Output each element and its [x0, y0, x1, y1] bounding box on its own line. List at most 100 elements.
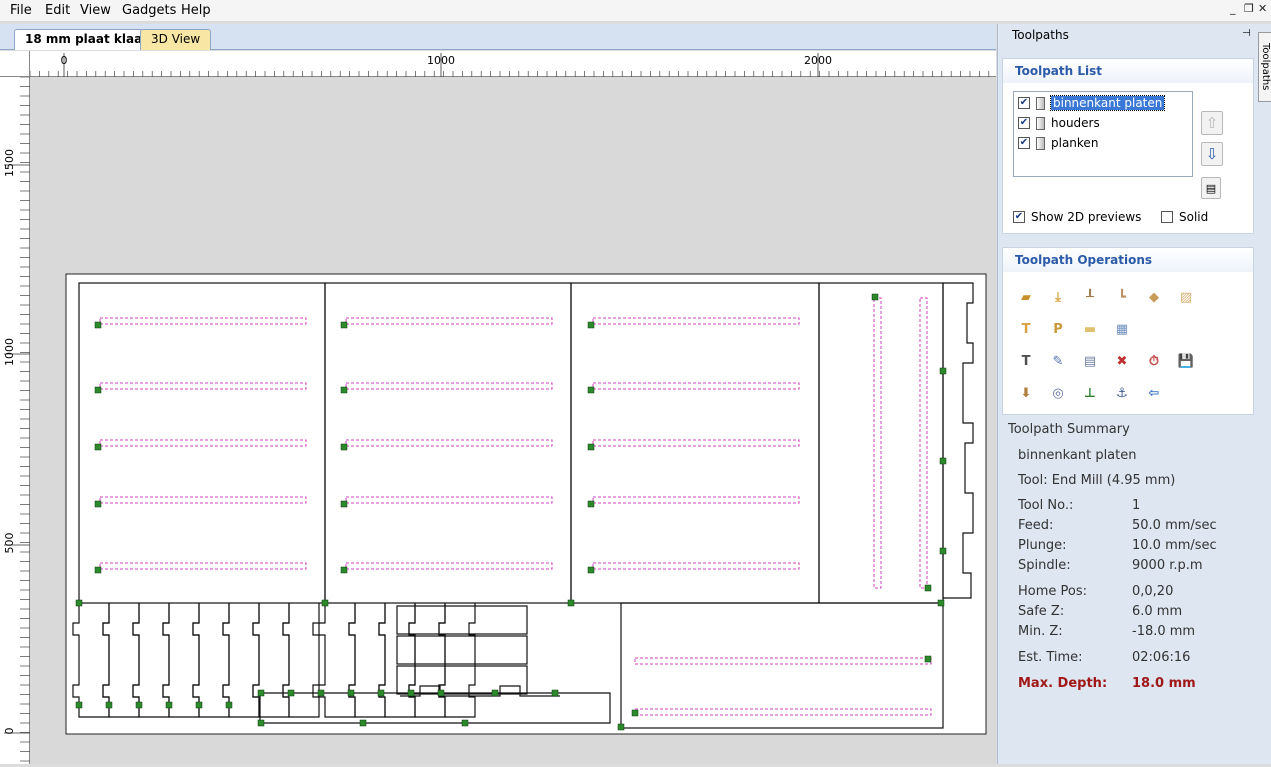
save-icon[interactable]: 💾	[1173, 348, 1199, 374]
solid-option[interactable]: Solid	[1161, 210, 1208, 224]
panel-title: Toolpaths	[1012, 28, 1069, 42]
plunge-point	[617, 723, 625, 731]
ruler-label: 1000	[3, 338, 16, 366]
plunge-point	[587, 500, 595, 508]
menu-view[interactable]: View	[80, 3, 111, 18]
horizontal-ruler: 0 1000 2000	[29, 51, 996, 77]
summary-label: Plunge:	[1018, 538, 1067, 553]
side-tab-toolpaths[interactable]: Toolpaths	[1258, 32, 1271, 102]
toolpath-operations-section: Toolpath Operations ▰ ⤓ ┸ ┗ ◆ ▨ T P ▬ ▦ T ✎ ▤ ✖ ⏱ 💾 ⬇ ◎ ⊥ ⚓…	[1002, 247, 1254, 415]
plunge-point	[94, 443, 102, 451]
tab-3d-view[interactable]: 3D View	[140, 29, 212, 50]
ruler-label: 0	[3, 728, 16, 735]
plunge-point	[567, 599, 575, 607]
plunge-point	[321, 599, 329, 607]
move-down-button[interactable]: ⇩	[1201, 142, 1223, 166]
menu-gadgets[interactable]: Gadgets	[122, 3, 176, 18]
plunge-point	[939, 367, 947, 375]
axis-icon[interactable]: ⊥	[1077, 380, 1103, 406]
menu-file[interactable]: File	[10, 3, 32, 18]
list-item[interactable]: ✔ houders	[1018, 114, 1100, 132]
plunge-point	[165, 701, 173, 709]
summary-toolpath-name: binnenkant platen	[1018, 448, 1137, 463]
summary-label: Spindle:	[1018, 558, 1071, 573]
move-up-button[interactable]: ⇧	[1201, 111, 1223, 135]
preview-icon[interactable]: ◎	[1045, 380, 1071, 406]
plunge-point	[94, 321, 102, 329]
restore-icon[interactable]: ❐	[1244, 2, 1254, 15]
toolpath-label[interactable]: binnenkant platen	[1049, 95, 1166, 111]
material-icon[interactable]: ▬	[1077, 316, 1103, 342]
arrow-up-icon: ⇧	[1205, 114, 1219, 132]
solid-label: Solid	[1179, 210, 1209, 224]
tab-18mm-plaat-klaar[interactable]: 18 mm plaat klaar	[14, 29, 160, 50]
plunge-point	[94, 386, 102, 394]
toolpath-label[interactable]: planken	[1051, 136, 1098, 150]
pin-icon[interactable]: ⊣	[1242, 28, 1251, 39]
plunge-point	[937, 599, 945, 607]
checkbox-icon[interactable]: ✔	[1018, 117, 1030, 129]
list-icon: ▤	[1205, 181, 1217, 195]
list-item[interactable]: ✔ binnenkant platen	[1018, 94, 1166, 112]
summary-value: 18.0 mm	[1132, 676, 1196, 691]
prism-icon[interactable]: ▨	[1173, 284, 1199, 310]
show-2d-previews-option[interactable]: ✔ Show 2D previews	[1013, 210, 1141, 224]
drop-icon[interactable]: ⬇	[1013, 380, 1039, 406]
plunge-point	[340, 321, 348, 329]
menu-help[interactable]: Help	[181, 3, 211, 18]
plunge-point	[257, 689, 265, 697]
ruler-label: 500	[3, 533, 16, 554]
edit-toolpath-icon[interactable]: ✎	[1045, 348, 1071, 374]
text-icon[interactable]: T	[1013, 348, 1039, 374]
summary-label: Home Pos:	[1018, 584, 1088, 599]
plunge-point	[135, 701, 143, 709]
fluting-icon[interactable]: ◆	[1141, 284, 1167, 310]
export-icon[interactable]: ⇦	[1141, 380, 1167, 406]
toolpath-list-section: Toolpath List ✔ binnenkant platen ✔ houd…	[1002, 58, 1254, 234]
drill-icon[interactable]: ┸	[1077, 284, 1103, 310]
material-sheet	[65, 273, 987, 735]
plunge-point	[340, 443, 348, 451]
toolpaths-panel: Toolpaths ⊣ Toolpaths Toolpath List ✔ bi…	[997, 24, 1271, 764]
plunge-point	[587, 386, 595, 394]
list-item[interactable]: ✔ planken	[1018, 134, 1098, 152]
merge-icon[interactable]: ▤	[1077, 348, 1103, 374]
profile-icon[interactable]: ▰	[1013, 284, 1039, 310]
delete-icon[interactable]: ✖	[1109, 348, 1135, 374]
plunge-point	[340, 500, 348, 508]
toolpath-tree-button[interactable]: ▤	[1201, 177, 1221, 199]
minimize-icon[interactable]: _	[1230, 2, 1236, 15]
origin-icon[interactable]: ⚓	[1109, 380, 1135, 406]
plunge-point	[287, 689, 295, 697]
calculator-icon[interactable]: ▦	[1109, 316, 1135, 342]
plunge-point	[359, 719, 367, 727]
checkbox-icon[interactable]: ✔	[1018, 97, 1030, 109]
plunge-point	[587, 443, 595, 451]
close-icon[interactable]: ✕	[1258, 2, 1267, 15]
quick-engrave-icon[interactable]: ┗	[1109, 284, 1135, 310]
plunge-point	[461, 719, 469, 727]
summary-value: 6.0 mm	[1132, 604, 1183, 619]
texture-icon[interactable]: T	[1013, 316, 1039, 342]
drawing-area[interactable]: 0 1000 2000 1500 1000 500 0	[0, 51, 996, 764]
toolpath-label[interactable]: houders	[1051, 116, 1100, 130]
time-icon[interactable]: ⏱	[1141, 348, 1167, 374]
summary-label: Min. Z:	[1018, 624, 1063, 639]
checkbox-icon[interactable]: ✔	[1013, 211, 1025, 223]
ruler-label: 1000	[427, 54, 455, 67]
summary-tool: Tool: End Mill (4.95 mm)	[1018, 473, 1176, 488]
toolpath-preview[interactable]	[30, 78, 996, 764]
checkbox-icon[interactable]	[1161, 211, 1173, 223]
ruler-label: 0	[61, 54, 68, 67]
plunge-point	[437, 689, 445, 697]
summary-value: 9000 r.p.m	[1132, 558, 1203, 573]
ruler-label: 1500	[3, 149, 16, 177]
summary-value: 10.0 mm/sec	[1132, 538, 1217, 553]
plunge-point	[491, 689, 499, 697]
vcarve-icon[interactable]: P	[1045, 316, 1071, 342]
checkbox-icon[interactable]: ✔	[1018, 137, 1030, 149]
menu-edit[interactable]: Edit	[45, 3, 70, 18]
pocket-icon[interactable]: ⤓	[1045, 284, 1071, 310]
document-tabs: 18 mm plaat klaar 3D View	[0, 24, 996, 50]
plunge-point	[94, 566, 102, 574]
